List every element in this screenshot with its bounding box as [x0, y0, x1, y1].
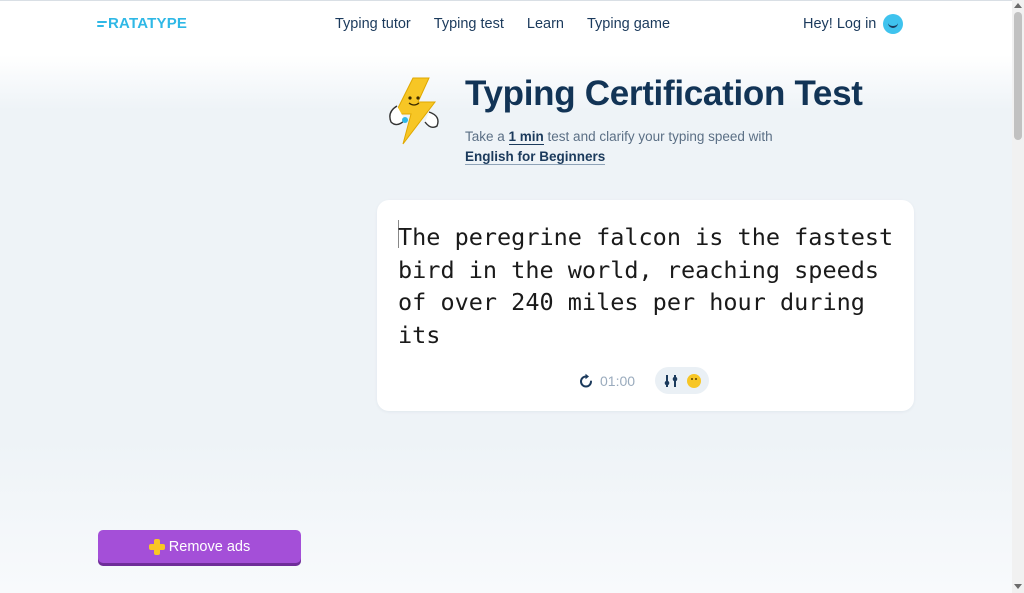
remove-ads-button[interactable]: Remove ads — [98, 530, 301, 563]
lightning-mascot-icon — [389, 77, 439, 145]
login-button[interactable]: Hey! Log in — [803, 14, 904, 34]
nav-typing-game[interactable]: Typing game — [587, 16, 670, 32]
smiley-icon — [883, 14, 904, 34]
subtitle-middle: test and clarify your typing speed with — [543, 129, 773, 144]
logo-bars-icon — [97, 19, 107, 29]
page-subtitle: Take a 1 min test and clarify your typin… — [465, 127, 825, 167]
settings-toggle[interactable] — [655, 367, 710, 394]
refresh-icon — [580, 373, 592, 387]
timer-value: 01:00 — [600, 372, 636, 389]
site-header: RATATYPE Typing tutor Typing test Learn … — [0, 0, 1012, 52]
main-nav: Typing tutor Typing test Learn Typing ga… — [335, 16, 693, 32]
scroll-down-arrow-icon[interactable] — [1014, 584, 1022, 589]
sliders-icon — [664, 374, 677, 387]
logo-text: RATATYPE — [108, 15, 188, 32]
login-label: Hey! Log in — [803, 16, 877, 32]
scroll-thumb[interactable] — [1014, 12, 1022, 140]
remove-ads-label: Remove ads — [168, 538, 251, 555]
course-link[interactable]: English for Beginners — [465, 149, 606, 165]
nav-learn[interactable]: Learn — [527, 16, 564, 32]
nav-typing-tutor[interactable]: Typing tutor — [335, 16, 411, 32]
page-title: Typing Certification Test — [465, 74, 863, 113]
timer-restart-button[interactable]: 01:00 — [578, 373, 635, 389]
plus-icon — [148, 538, 165, 555]
test-controls: 01:00 — [578, 367, 710, 394]
vertical-scrollbar[interactable] — [1012, 0, 1024, 593]
duration-link[interactable]: 1 min — [508, 129, 544, 145]
subtitle-prefix: Take a — [465, 129, 509, 144]
ratatype-logo[interactable]: RATATYPE — [97, 15, 187, 32]
emoji-icon — [686, 373, 701, 388]
nav-typing-test[interactable]: Typing test — [434, 16, 504, 32]
scroll-up-arrow-icon[interactable] — [1014, 3, 1022, 8]
typing-test-card[interactable]: The peregrine falcon is the fastest bird… — [377, 200, 914, 411]
typing-text[interactable]: The peregrine falcon is the fastest bird… — [398, 221, 898, 351]
